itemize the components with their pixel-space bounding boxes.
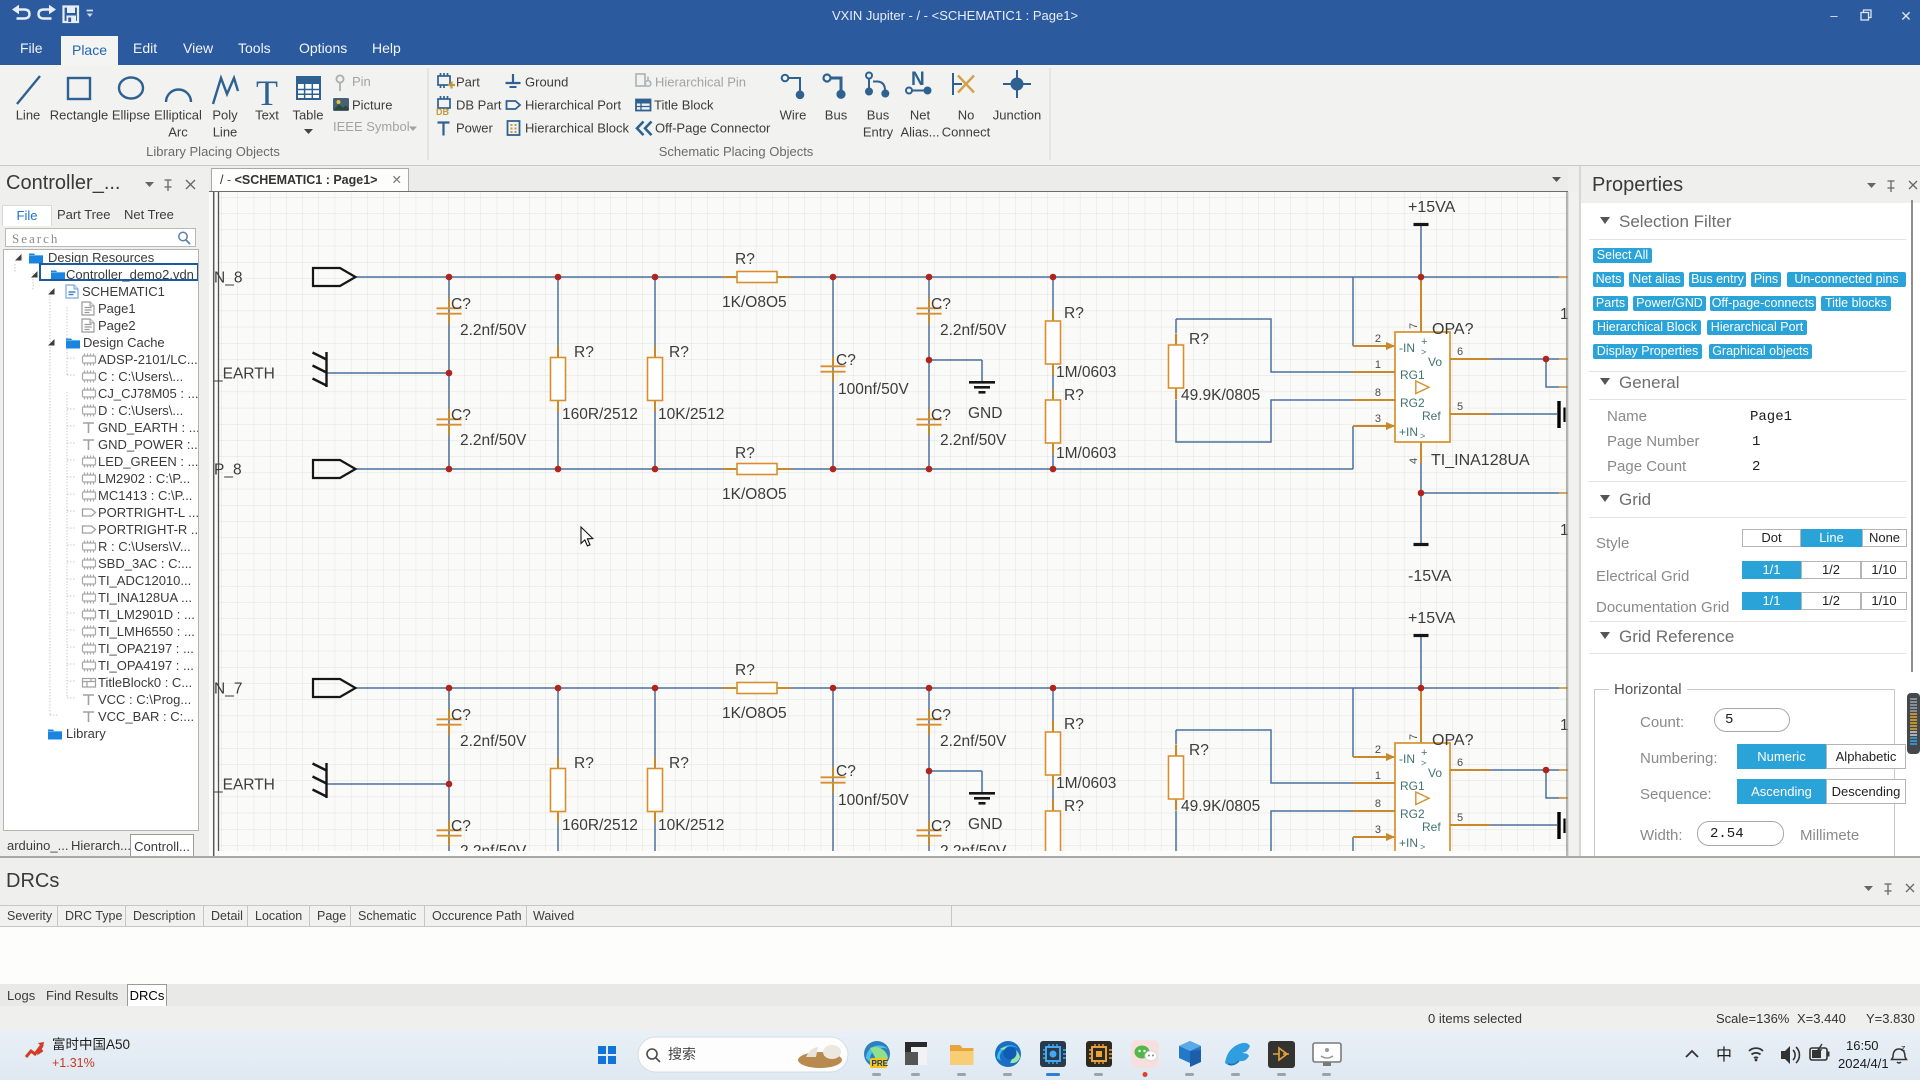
svg-text:富时中国A50: 富时中国A50 xyxy=(52,1036,130,1052)
svg-text:N: N xyxy=(911,69,925,90)
svg-text:1M/0603: 1M/0603 xyxy=(1056,364,1116,381)
svg-text:>: > xyxy=(1420,431,1425,441)
svg-text:Elliptical: Elliptical xyxy=(154,108,202,123)
svg-text:>: > xyxy=(1421,347,1426,357)
svg-text:R?: R? xyxy=(735,251,755,268)
svg-text:R?: R? xyxy=(1189,331,1209,348)
svg-text:P_8: P_8 xyxy=(214,462,242,479)
svg-text:Picture: Picture xyxy=(352,98,392,113)
svg-text:_EARTH: _EARTH xyxy=(213,777,275,794)
svg-text:中: 中 xyxy=(1716,1046,1732,1064)
svg-text:RG2: RG2 xyxy=(1400,396,1425,410)
svg-text:2: 2 xyxy=(1375,333,1381,345)
svg-text:Hierarchical Block: Hierarchical Block xyxy=(525,121,630,136)
svg-text:Library Placing Objects: Library Placing Objects xyxy=(146,144,280,159)
svg-text:2.2nf/50V: 2.2nf/50V xyxy=(940,322,1007,339)
svg-text:6: 6 xyxy=(1457,346,1463,358)
svg-text:Title Block: Title Block xyxy=(654,98,714,113)
svg-text:Ellipse: Ellipse xyxy=(112,108,150,123)
svg-text:搜索: 搜索 xyxy=(668,1046,696,1062)
svg-text:Bus: Bus xyxy=(825,108,848,123)
svg-text:2.2nf/50V: 2.2nf/50V xyxy=(460,322,527,339)
svg-text:TI_INA128UA: TI_INA128UA xyxy=(1431,452,1530,469)
svg-text:Schematic Placing Objects: Schematic Placing Objects xyxy=(659,144,814,159)
svg-text:C?: C? xyxy=(451,407,471,424)
svg-text:1: 1 xyxy=(1375,359,1381,371)
svg-text:IEEE Symbol: IEEE Symbol xyxy=(333,119,410,134)
svg-text:z: z xyxy=(1901,1043,1906,1053)
svg-text:PRE: PRE xyxy=(872,1059,889,1068)
svg-text:+IN: +IN xyxy=(1399,425,1418,439)
svg-text:Off-Page Connector: Off-Page Connector xyxy=(655,121,771,136)
svg-text:Rectangle: Rectangle xyxy=(50,108,109,123)
svg-text:10K/2512: 10K/2512 xyxy=(658,406,724,423)
svg-text:C?: C? xyxy=(931,296,951,313)
svg-text:Vo: Vo xyxy=(1428,355,1442,369)
svg-text:Poly: Poly xyxy=(212,108,238,123)
svg-text:+15VA: +15VA xyxy=(1408,199,1456,216)
svg-text:Line: Line xyxy=(213,125,238,140)
svg-text:Ref: Ref xyxy=(1422,409,1441,423)
svg-text:GND: GND xyxy=(968,405,1002,422)
svg-text:Junction: Junction xyxy=(993,108,1041,123)
svg-text:Table: Table xyxy=(292,108,323,123)
svg-text:Bus: Bus xyxy=(867,108,890,123)
svg-text:C?: C? xyxy=(451,296,471,313)
svg-text:Alias...: Alias... xyxy=(900,125,939,140)
svg-text:_EARTH: _EARTH xyxy=(213,366,275,383)
svg-text:5: 5 xyxy=(1457,401,1463,413)
svg-text:Line: Line xyxy=(16,108,41,123)
svg-text:+1.31%: +1.31% xyxy=(52,1056,95,1070)
svg-text:C?: C? xyxy=(836,352,856,369)
svg-text:2024/4/1: 2024/4/1 xyxy=(1838,1056,1889,1071)
svg-text:-IN: -IN xyxy=(1399,341,1415,355)
svg-text:DB: DB xyxy=(436,107,449,117)
svg-text:7: 7 xyxy=(1408,323,1420,329)
svg-text:160R/2512: 160R/2512 xyxy=(562,406,638,423)
svg-text:C?: C? xyxy=(931,407,951,424)
svg-text:Connect: Connect xyxy=(942,125,991,140)
svg-text:Hierarchical Pin: Hierarchical Pin xyxy=(655,75,746,90)
svg-text:No: No xyxy=(958,108,975,123)
svg-text:Entry: Entry xyxy=(863,125,894,140)
svg-text:Arc: Arc xyxy=(168,125,188,140)
svg-text:Pin: Pin xyxy=(352,74,371,89)
svg-text:R?: R? xyxy=(1064,387,1084,404)
svg-text:Text: Text xyxy=(255,108,279,123)
svg-text:1K/O8O5: 1K/O8O5 xyxy=(722,294,787,311)
svg-text:R?: R? xyxy=(1064,305,1084,322)
svg-text:R?: R? xyxy=(735,445,755,462)
svg-text:R?: R? xyxy=(574,344,594,361)
svg-text:Net: Net xyxy=(910,108,931,123)
svg-text:Ground: Ground xyxy=(525,75,568,90)
svg-text:Power: Power xyxy=(456,121,494,136)
svg-text:3: 3 xyxy=(1375,413,1381,425)
svg-text:1K/O8O5: 1K/O8O5 xyxy=(722,486,787,503)
svg-text:Wire: Wire xyxy=(780,108,807,123)
svg-text:R?: R? xyxy=(669,344,689,361)
svg-text:2.2nf/50V: 2.2nf/50V xyxy=(460,432,527,449)
svg-text:4: 4 xyxy=(1408,458,1420,464)
svg-text:2.2nf/50V: 2.2nf/50V xyxy=(940,432,1007,449)
svg-text:1M/0603: 1M/0603 xyxy=(1056,445,1116,462)
svg-text:-15VA: -15VA xyxy=(1408,568,1452,585)
svg-text:RG1: RG1 xyxy=(1400,368,1425,382)
svg-text:DB Part: DB Part xyxy=(456,98,502,113)
svg-text:N_8: N_8 xyxy=(214,270,242,287)
svg-text:16:50: 16:50 xyxy=(1846,1038,1879,1053)
svg-text:N_7: N_7 xyxy=(214,681,242,698)
svg-text:OPA?: OPA? xyxy=(1432,321,1474,338)
svg-text:8: 8 xyxy=(1375,387,1381,399)
svg-text:Part: Part xyxy=(456,75,480,90)
svg-text:Hierarchical Port: Hierarchical Port xyxy=(525,98,621,113)
svg-text:100nf/50V: 100nf/50V xyxy=(838,381,909,398)
svg-text:49.9K/0805: 49.9K/0805 xyxy=(1181,387,1260,404)
